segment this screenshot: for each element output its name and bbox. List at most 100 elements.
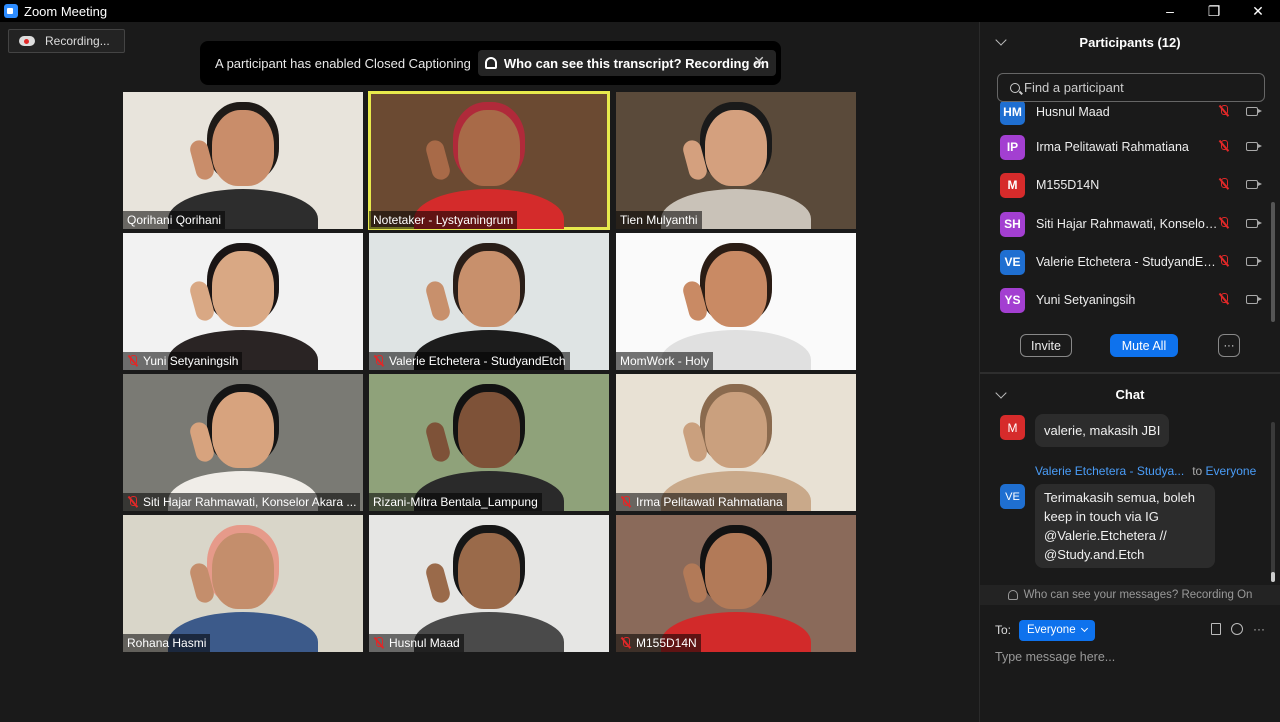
participant-avatar: M [1000,172,1025,198]
video-feed [369,233,609,370]
participant-avatar: IP [1000,134,1025,160]
raised-finger-gesture [424,420,452,464]
chat-notice-text: Who can see your messages? Recording On [1023,589,1253,601]
video-camera-icon [1246,179,1262,189]
chat-line: keep in touch via IG [1044,509,1159,524]
participant-list-name: Valerie Etchetera - StudyandEtch [1036,255,1218,269]
participant-face [705,533,767,609]
search-placeholder: Find a participant [1024,80,1124,95]
participant-list-name: Yuni Setyaningsih [1036,293,1136,307]
chat-tools: ··· [1201,622,1265,636]
chat-scrollbar[interactable] [1271,422,1275,582]
close-window-button[interactable]: ✕ [1236,0,1280,22]
mic-muted-icon [373,637,384,649]
window-controls: – ❐ ✕ [1148,0,1280,22]
video-feed [123,515,363,652]
participant-face [705,251,767,327]
video-tile[interactable]: Notetaker - Lystyaningrum [368,91,610,230]
video-camera-icon [1246,294,1262,304]
participant-face [458,533,520,609]
mic-muted-icon [1218,293,1229,305]
participant-face [212,110,274,186]
emoji-icon[interactable] [1231,623,1243,635]
participant-status-icons [1218,105,1262,117]
file-icon[interactable] [1211,623,1221,635]
video-tile[interactable]: Valerie Etchetera - StudyandEtch [369,233,609,370]
participant-name-label: Husnul Maad [369,634,464,652]
video-tile[interactable]: Irma Pelitawati Rahmatiana [616,374,856,511]
collapse-participants-chevron-icon[interactable] [995,34,1007,46]
video-tile[interactable]: Siti Hajar Rahmawati, Konselor Akara ... [123,374,363,511]
video-feed [616,374,856,511]
transcript-info-label: Who can see this transcript? Recording o… [503,55,769,71]
participant-row[interactable]: VE Valerie Etchetera - StudyandEtch [1000,247,1270,277]
video-tile[interactable]: Tien Mulyanthi [616,92,856,229]
video-tile[interactable]: Rohana Hasmi [123,515,363,652]
video-feed [616,233,856,370]
video-feed [369,374,609,511]
participant-status-icons [1218,293,1262,305]
transcript-info-button[interactable]: Who can see this transcript? Recording o… [477,50,776,76]
recording-indicator-button[interactable]: Recording... [8,29,125,53]
participant-row[interactable]: M M155D14N [1000,170,1270,200]
mic-muted-icon [127,355,138,367]
participant-row[interactable]: HM Husnul Maad [1000,102,1270,127]
raised-finger-gesture [424,138,452,182]
video-tile[interactable]: Rizani-Mitra Bentala_Lampung [369,374,609,511]
participant-row[interactable]: SH Siti Hajar Rahmawati, Konselor ... [1000,209,1270,239]
to-label: To: [995,623,1012,637]
chat-sender[interactable]: Valerie Etchetera - Studya... [1035,464,1184,478]
mic-muted-icon [620,637,631,649]
participant-status-icons [1218,217,1262,229]
mic-muted-icon [1218,140,1229,152]
video-feed [123,92,363,229]
close-icon[interactable]: ✕ [753,53,765,70]
participants-header: Participants (12) [980,22,1280,62]
video-camera-icon [1246,256,1262,266]
video-tile[interactable]: MomWork - Holy [616,233,856,370]
chat-message-input[interactable] [995,647,1265,667]
chat-line: @Valerie.Etchetera // [1044,528,1167,543]
mic-muted-icon [620,496,631,508]
video-feed [123,233,363,370]
participant-row[interactable]: IP Irma Pelitawati Rahmatiana [1000,132,1270,162]
collapse-chat-chevron-icon[interactable] [995,387,1007,399]
participant-face [705,110,767,186]
video-tile[interactable]: Qorihani Qorihani [123,92,363,229]
participant-row[interactable]: YS Yuni Setyaningsih [1000,285,1270,315]
participant-scrollbar[interactable] [1271,202,1275,322]
participant-list-name: M155D14N [1036,178,1100,192]
participant-name: Tien Mulyanthi [620,213,698,227]
participant-face [212,392,274,468]
video-camera-icon [1246,218,1262,228]
zoom-app-icon [4,4,18,18]
participant-face [458,392,520,468]
participant-avatar: VE [1000,249,1025,275]
participant-avatar: HM [1000,102,1025,125]
video-tile[interactable]: Yuni Setyaningsih [123,233,363,370]
participant-name-label: M155D14N [616,634,701,652]
mute-all-button[interactable]: Mute All [1110,334,1178,357]
video-tile[interactable]: M155D14N [616,515,856,652]
person-icon [1007,590,1018,600]
participant-search-field[interactable]: Find a participant [997,73,1265,102]
video-tile[interactable]: Husnul Maad [369,515,609,652]
restore-button[interactable]: ❐ [1192,0,1236,22]
raised-finger-gesture [424,561,452,605]
chat-more-icon[interactable]: ··· [1253,622,1265,636]
participant-name: Valerie Etchetera - StudyandEtch [389,354,566,368]
chat-recipient[interactable]: Everyone [1206,464,1257,478]
participant-face [212,533,274,609]
participant-name-label: Rohana Hasmi [123,634,211,652]
more-options-button[interactable]: ··· [1218,334,1240,357]
recipient-select[interactable]: Everyone [1019,619,1095,641]
participant-name-label: Rizani-Mitra Bentala_Lampung [369,493,542,511]
invite-button[interactable]: Invite [1020,334,1072,357]
cloud-recording-icon [19,36,35,46]
chat-visibility-notice[interactable]: Who can see your messages? Recording On [980,585,1280,605]
participant-face [705,392,767,468]
participant-name-label: Irma Pelitawati Rahmatiana [616,493,787,511]
minimize-button[interactable]: – [1148,0,1192,22]
participant-avatar: SH [1000,211,1025,237]
participant-face [458,251,520,327]
